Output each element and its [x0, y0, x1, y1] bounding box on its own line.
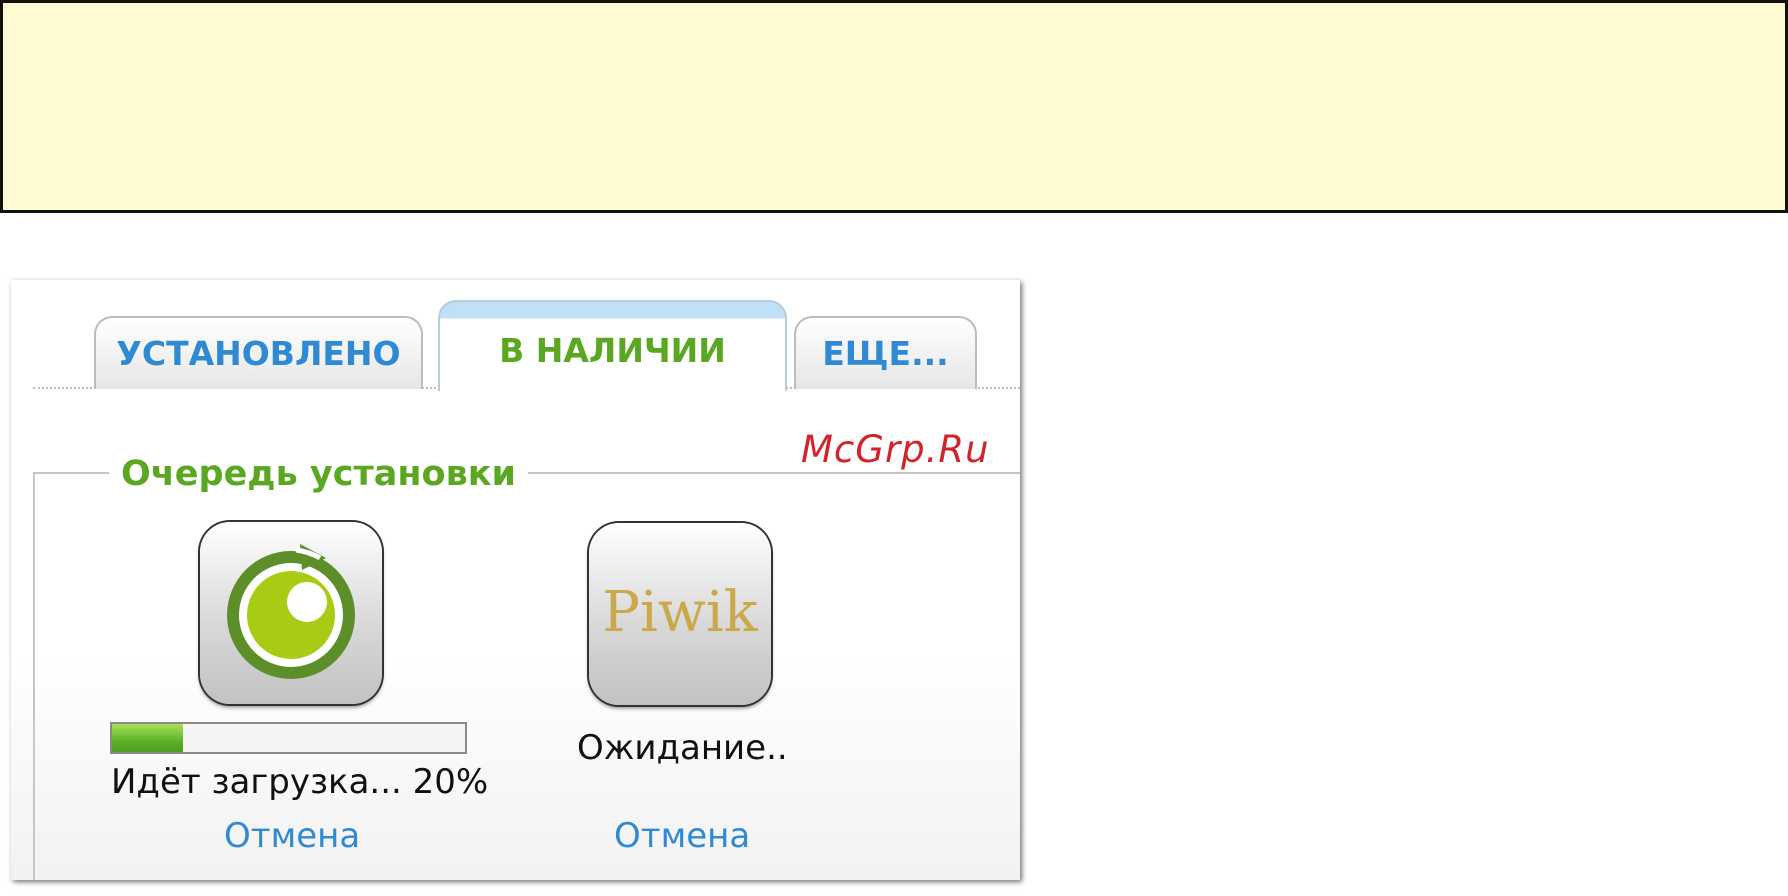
install-queue-group	[33, 472, 1020, 880]
watermark: McGrp.Ru	[801, 428, 990, 471]
tab-available-label: В НАЛИЧИИ	[499, 331, 726, 370]
tab-more-label: ЕЩЕ...	[822, 334, 949, 373]
download-status-text: Идёт загрузка... 20%	[111, 762, 489, 802]
eye-app-icon-graphic	[227, 544, 355, 679]
install-queue-title: Очередь установки	[109, 454, 529, 494]
piwik-app-icon: Piwik	[589, 523, 771, 705]
tab-installed-label: УСТАНОВЛЕНО	[116, 334, 401, 373]
waiting-status-text: Ожидание..	[577, 728, 788, 768]
tab-available[interactable]: В НАЛИЧИИ	[438, 300, 787, 391]
top-banner	[0, 0, 1788, 213]
piwik-logo-text: Piwik	[602, 580, 758, 645]
tab-installed[interactable]: УСТАНОВЛЕНО	[94, 316, 423, 389]
download-progress-bar	[110, 722, 467, 754]
piwik-app-icon-graphic: Piwik	[602, 580, 758, 645]
app-install-panel: УСТАНОВЛЕНО В НАЛИЧИИ ЕЩЕ... McGrp.Ru Оч…	[11, 280, 1020, 880]
cancel-waiting-link[interactable]: Отмена	[614, 816, 750, 856]
eye-app-icon	[200, 522, 382, 704]
cancel-download-link[interactable]: Отмена	[224, 816, 360, 856]
tab-more[interactable]: ЕЩЕ...	[794, 316, 977, 389]
download-progress-fill	[112, 724, 183, 752]
